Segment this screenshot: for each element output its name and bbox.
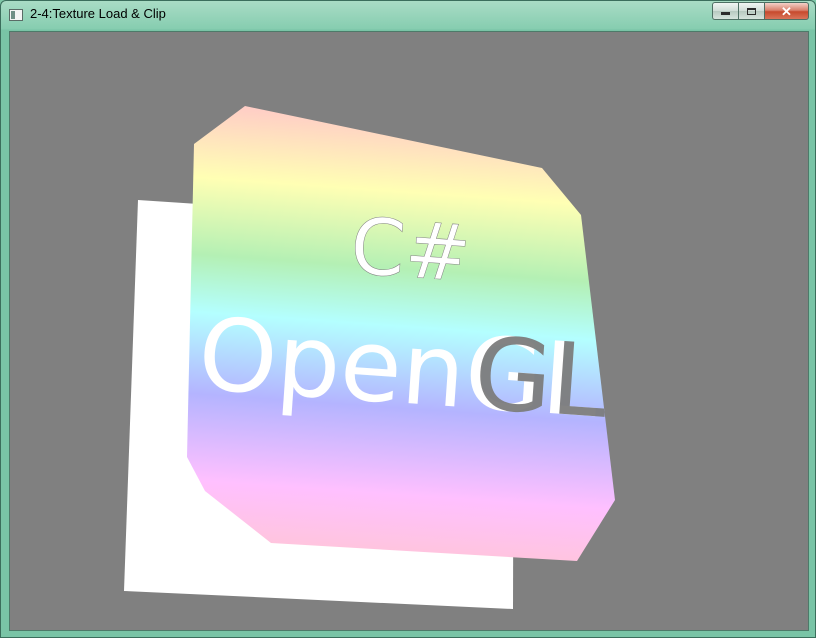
window-title: 2-4:Texture Load & Clip	[30, 6, 166, 21]
app-window-icon[interactable]	[9, 9, 23, 21]
texture-transparent-overlay: GL	[471, 315, 612, 441]
maximize-button[interactable]	[738, 2, 764, 20]
app-window: 2-4:Texture Load & Clip ✕ C# OpenGL GL	[0, 0, 816, 638]
title-bar[interactable]: 2-4:Texture Load & Clip ✕	[1, 1, 815, 29]
minimize-icon	[721, 12, 730, 15]
caption-buttons: ✕	[712, 2, 809, 21]
texture-text-gl-shadow: GL	[471, 315, 612, 441]
close-button[interactable]: ✕	[764, 2, 809, 20]
opengl-viewport[interactable]: C# OpenGL GL	[9, 31, 809, 631]
maximize-icon	[747, 7, 756, 15]
texture-text-csharp: C#	[348, 202, 474, 300]
rendered-scene: C# OpenGL GL	[124, 106, 615, 609]
close-icon: ✕	[781, 3, 792, 19]
minimize-button[interactable]	[712, 2, 738, 20]
